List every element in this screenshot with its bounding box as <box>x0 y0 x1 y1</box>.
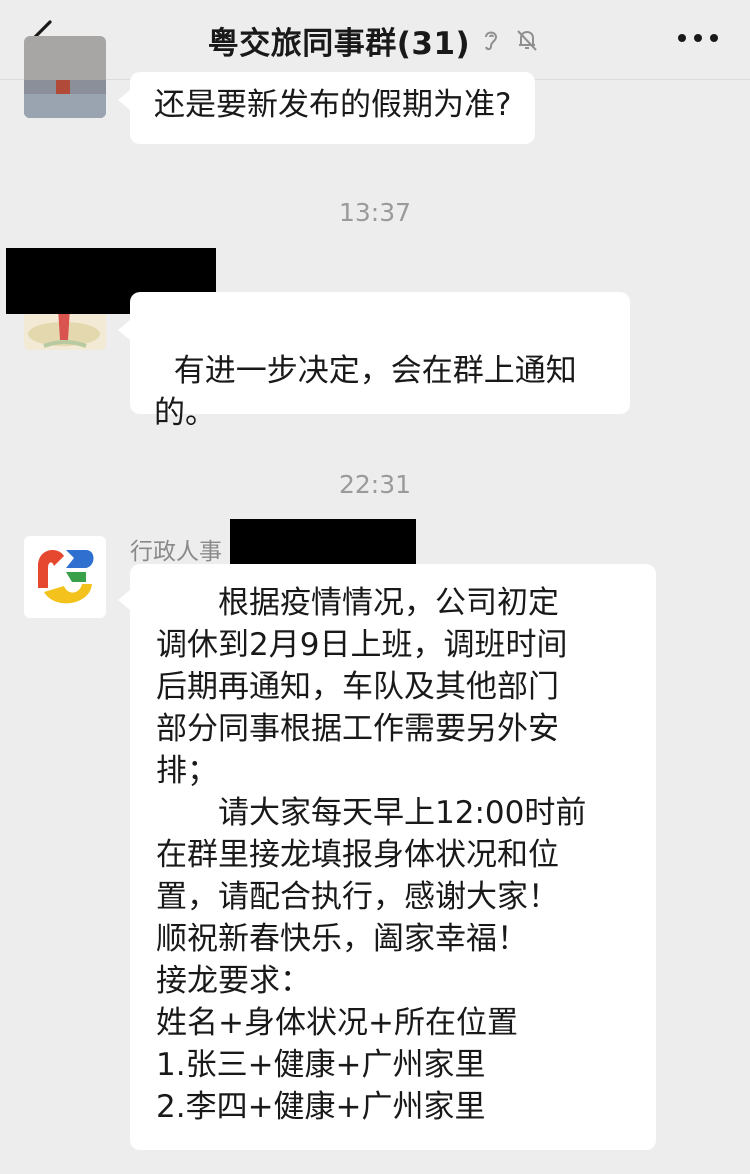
message-bubble[interactable]: 还是要新发布的假期为准? <box>130 72 536 144</box>
bubble-tail <box>118 90 130 110</box>
ellipsis-icon <box>678 34 718 42</box>
message-line: 置，请配合执行，感谢大家！ <box>156 879 559 915</box>
message-line: 后期再通知，车队及其他部门 <box>156 669 559 705</box>
message-line: 请大家每天早上12:00时前 <box>156 795 587 831</box>
message-line: 姓名+身体状况+所在位置 <box>156 1005 518 1041</box>
message-line: 1.张三+健康+广州家里 <box>156 1047 486 1083</box>
message-line: 部分同事根据工作需要另外安 <box>156 711 559 747</box>
message-bubble[interactable]: 根据疫情情况，公司初定 调休到2月9日上班，调班时间 后期再通知，车队及其他部门… <box>130 564 656 1150</box>
message-line: 调休到2月9日上班，调班时间 <box>156 627 568 663</box>
avatar[interactable] <box>24 36 106 118</box>
chat-header: 粤交旅同事群(31) <box>0 0 750 80</box>
message-line: 接龙要求： <box>156 963 311 999</box>
bubble-tail <box>118 590 130 610</box>
avatar-photo-icon <box>24 36 106 118</box>
more-options-button[interactable] <box>676 28 720 48</box>
page-title: 粤交旅同事群(31) <box>207 25 471 62</box>
mute-bell-icon <box>517 30 537 51</box>
message-line: 根据疫情情况，公司初定 <box>156 585 559 621</box>
timestamp: 13:37 <box>338 198 412 227</box>
message-text: 有进一步决定，会在群上通知 的。 <box>154 353 577 431</box>
message-line: 顺祝新春快乐，阖家幸福！ <box>156 921 528 957</box>
message-line: 排； <box>156 753 218 789</box>
earpiece-icon <box>485 31 498 51</box>
bubble-tail <box>118 320 130 340</box>
timestamp: 22:31 <box>338 470 412 499</box>
message-text: 还是要新发布的假期为准? <box>154 87 512 123</box>
title-wrap: 粤交旅同事群(31) <box>0 0 750 80</box>
avatar[interactable] <box>24 536 106 618</box>
message-bubble[interactable]: 有进一步决定，会在群上通知 的。 <box>130 292 630 431</box>
message-line: 在群里接龙填报身体状况和位 <box>156 837 559 873</box>
company-logo-icon <box>24 536 106 618</box>
sender-name: 行政人事 <box>130 539 222 565</box>
message-line: 2.李四+健康+广州家里 <box>156 1089 486 1125</box>
